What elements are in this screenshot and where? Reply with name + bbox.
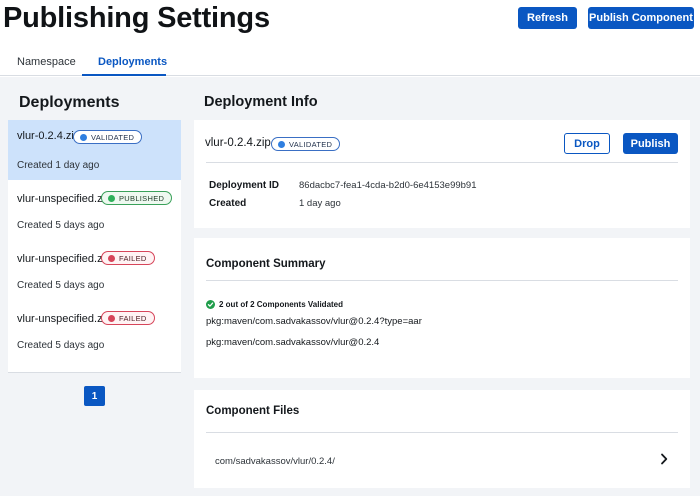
deployment-name: vlur-unspecified.zip [17, 313, 112, 325]
list-item[interactable]: vlur-unspecified.zip FAILED Created 5 da… [8, 243, 181, 303]
refresh-button[interactable]: Refresh [518, 7, 577, 29]
deployment-created: Created 5 days ago [17, 220, 105, 231]
validation-summary: 2 out of 2 Components Validated [206, 300, 343, 309]
deployments-heading: Deployments [19, 94, 120, 111]
deployment-name: vlur-unspecified.zip [17, 193, 112, 205]
chevron-right-icon[interactable] [660, 453, 668, 465]
active-tab-indicator [82, 74, 166, 76]
pagination-divider [8, 372, 181, 373]
publish-button[interactable]: Publish [623, 133, 678, 154]
status-dot-icon [278, 140, 285, 148]
page-title: Publishing Settings [3, 2, 270, 34]
status-dot-icon [108, 254, 115, 262]
card-divider [206, 432, 678, 433]
card-divider [206, 162, 678, 163]
deployment-id-label: Deployment ID [209, 180, 280, 191]
component-summary-title: Component Summary [206, 258, 326, 270]
status-badge: VALIDATED [73, 130, 143, 144]
component-purl: pkg:maven/com.sadvakassov/vlur@0.2.4?typ… [206, 316, 422, 327]
deployment-info-name: vlur-0.2.4.zip [205, 137, 271, 149]
card-divider [206, 280, 678, 281]
created-value: 1 day ago [299, 198, 341, 209]
created-label: Created [209, 198, 247, 209]
status-badge: FAILED [101, 311, 155, 325]
tab-deployments[interactable]: Deployments [98, 56, 167, 68]
tab-bar: Namespace Deployments [0, 46, 700, 76]
list-item[interactable]: vlur-unspecified.zip PUBLISHED Created 5… [8, 183, 181, 243]
component-files-card: Component Files com/sadvakassov/vlur/0.2… [194, 390, 690, 488]
list-item[interactable]: vlur-unspecified.zip FAILED Created 5 da… [8, 303, 181, 363]
tab-namespace[interactable]: Namespace [17, 56, 76, 68]
component-files-title: Component Files [206, 405, 300, 417]
deployment-created: Created 5 days ago [17, 280, 105, 291]
deployment-name: vlur-unspecified.zip [17, 253, 112, 265]
publish-component-button[interactable]: Publish Component [588, 7, 694, 29]
check-circle-icon [206, 300, 215, 309]
deployment-created: Created 1 day ago [17, 160, 100, 171]
page-button[interactable]: 1 [84, 386, 105, 406]
component-purl: pkg:maven/com.sadvakassov/vlur@0.2.4 [206, 337, 380, 348]
deployment-info-card: vlur-0.2.4.zip VALIDATED Drop Publish De… [194, 120, 690, 228]
status-badge: VALIDATED [271, 137, 341, 151]
file-path[interactable]: com/sadvakassov/vlur/0.2.4/ [215, 456, 335, 467]
status-dot-icon [80, 133, 87, 141]
status-badge: FAILED [101, 251, 155, 265]
status-dot-icon [108, 194, 115, 202]
deployment-info-heading: Deployment Info [204, 94, 318, 110]
deployment-name: vlur-0.2.4.zip [17, 130, 80, 142]
drop-button[interactable]: Drop [564, 133, 610, 154]
component-summary-card: Component Summary 2 out of 2 Components … [194, 238, 690, 378]
deployment-id-value: 86dacbc7-fea1-4cda-b2d0-6e4153e99b91 [299, 180, 477, 191]
list-item[interactable]: vlur-0.2.4.zip VALIDATED Created 1 day a… [8, 120, 181, 180]
status-dot-icon [108, 314, 115, 322]
deployment-created: Created 5 days ago [17, 340, 105, 351]
deployments-list: vlur-0.2.4.zip VALIDATED Created 1 day a… [8, 120, 181, 372]
status-badge: PUBLISHED [101, 191, 173, 205]
